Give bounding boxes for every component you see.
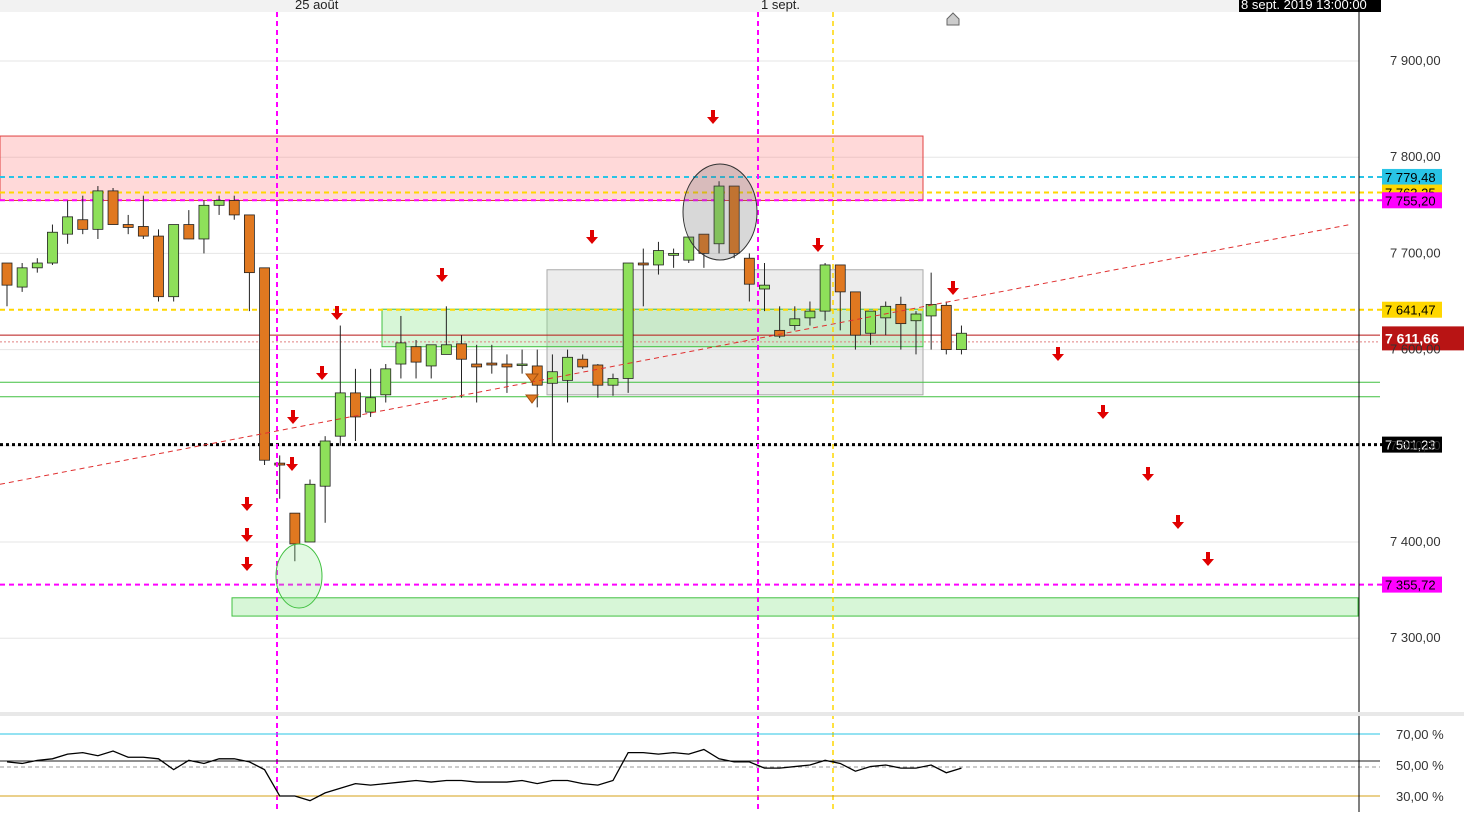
bear-candle-body — [259, 267, 270, 461]
bull-candle-body — [865, 310, 876, 334]
candle[interactable] — [304, 479, 316, 543]
bull-candle-body — [168, 224, 180, 298]
bull-candle-body — [380, 368, 392, 396]
bull-candle-body — [319, 440, 331, 487]
candlestick-chart[interactable]: 7 779,487 763,257 755,207 641,477 611,66… — [0, 0, 1464, 816]
resistance-zone — [0, 135, 924, 201]
panel-divider — [0, 712, 1464, 716]
support-zone — [381, 308, 924, 348]
bear-candle-body — [77, 219, 89, 230]
bear-candle-body — [471, 363, 483, 368]
highlight-ellipse — [275, 543, 323, 609]
bear-candle-body — [122, 224, 134, 228]
bull-candle-body — [198, 204, 210, 240]
bear-candle-body — [243, 214, 255, 274]
bull-candle-body — [47, 231, 58, 264]
candle[interactable] — [940, 301, 952, 355]
y-tick-label: 7 500,00 — [1390, 438, 1441, 453]
bear-candle-body — [592, 364, 604, 386]
level-label: 7 755,20 — [1385, 193, 1436, 208]
bear-candle-body — [774, 329, 786, 337]
top-date-bar — [0, 0, 1380, 12]
chart-background — [0, 0, 1464, 816]
level-label: 7 641,47 — [1385, 303, 1436, 318]
bull-candle-body — [956, 332, 967, 351]
bull-candle-body — [516, 363, 528, 366]
bull-candle-body — [607, 378, 619, 386]
bull-candle-body — [804, 310, 816, 319]
bear-candle-body — [183, 224, 195, 240]
bull-candle-body — [622, 262, 634, 379]
candle[interactable] — [168, 224, 180, 302]
bull-candle-body — [562, 356, 573, 381]
bull-candle-body — [425, 344, 437, 367]
date-label-sep1: 1 sept. — [761, 0, 800, 12]
bull-candle-body — [213, 200, 225, 206]
bear-candle-body — [940, 304, 952, 350]
bear-candle-body — [850, 291, 861, 336]
bear-candle-body — [137, 226, 149, 237]
bull-candle-body — [910, 313, 922, 322]
bear-candle-body — [107, 190, 119, 225]
bear-candle-body — [743, 257, 755, 285]
highlight-ellipse — [682, 163, 758, 261]
osc-tick-label: 30,00 % — [1396, 789, 1444, 804]
candle[interactable] — [107, 187, 119, 225]
y-tick-label: 7 400,00 — [1390, 534, 1441, 549]
bull-candle-body — [880, 305, 892, 319]
candle[interactable] — [259, 267, 270, 466]
bull-candle-body — [62, 216, 73, 235]
bear-candle-body — [895, 303, 907, 325]
bear-candle-body — [289, 512, 301, 545]
bear-candle-body — [637, 262, 649, 266]
bear-candle-body — [153, 235, 164, 298]
support-zone-low — [231, 597, 1359, 617]
bull-candle-body — [92, 190, 104, 230]
bear-candle-body — [501, 363, 513, 368]
chart-container[interactable]: 7 779,487 763,257 755,207 641,477 611,66… — [0, 0, 1464, 816]
bear-candle-body — [228, 200, 240, 216]
y-tick-label: 7 300,00 — [1390, 630, 1441, 645]
level-label: 7 355,72 — [1385, 578, 1436, 593]
candle[interactable] — [622, 262, 634, 393]
bear-candle-body — [410, 346, 422, 363]
bull-candle-body — [819, 264, 831, 312]
y-tick-label: 7 700,00 — [1390, 245, 1441, 260]
bear-candle-body — [577, 358, 589, 368]
bear-candle-body — [834, 264, 846, 293]
y-tick-label: 7 800,00 — [1390, 149, 1441, 164]
timestamp-label: 8 sept. 2019 13:00:00 — [1241, 0, 1367, 12]
bull-candle-body — [31, 262, 43, 269]
y-tick-label: 7 900,00 — [1390, 53, 1441, 68]
bull-candle-body — [759, 284, 770, 290]
bull-candle-body — [653, 250, 664, 266]
bull-candle-body — [395, 342, 407, 365]
bull-candle-body — [668, 252, 679, 256]
bull-candle-body — [334, 392, 346, 437]
bull-candle-body — [440, 344, 452, 355]
bear-candle-body — [350, 392, 361, 418]
bull-candle-body — [304, 483, 316, 543]
y-tick-label: 7 600,00 — [1390, 342, 1441, 357]
bear-candle-body — [456, 343, 467, 360]
bull-candle-body — [16, 267, 28, 288]
bull-candle-body — [925, 303, 937, 317]
level-label: 7 779,48 — [1385, 170, 1436, 185]
candle[interactable] — [153, 229, 164, 302]
osc-tick-label: 70,00 % — [1396, 727, 1444, 742]
bear-candle-body — [1, 262, 13, 286]
date-label-aug25: 25 août — [295, 0, 339, 12]
bull-candle-body — [789, 318, 801, 326]
osc-tick-label: 50,00 % — [1396, 758, 1444, 773]
bear-candle-body — [486, 362, 498, 366]
bull-candle-body — [365, 397, 377, 413]
